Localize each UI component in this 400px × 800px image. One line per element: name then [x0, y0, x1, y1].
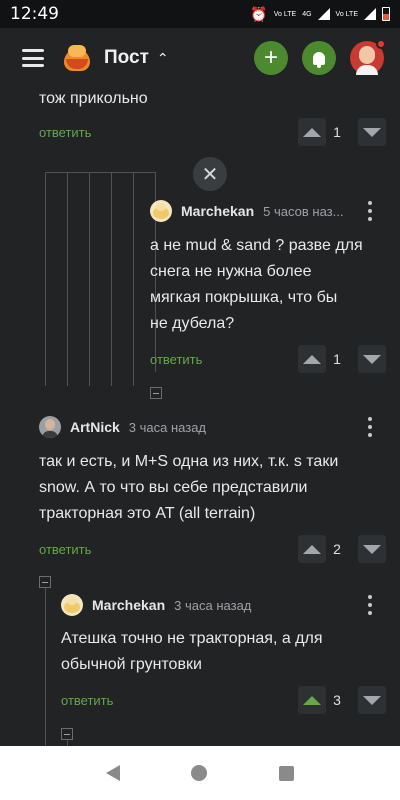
- comment-time: 3 часа назад: [128, 419, 207, 435]
- comment-time: 3 часа назад: [174, 597, 252, 613]
- collapse-thread-icon[interactable]: [61, 728, 73, 740]
- thread-line: [89, 172, 90, 386]
- vote-controls: 3: [298, 686, 386, 714]
- app-header: Пост ⌃ +: [0, 28, 400, 88]
- collapse-thread-icon[interactable]: [39, 576, 51, 588]
- close-thread-button[interactable]: ✕: [193, 157, 227, 191]
- arrow-up-icon: [303, 354, 321, 364]
- upvote-button[interactable]: [298, 345, 326, 373]
- thread-line: [67, 172, 68, 386]
- collapse-thread-icon[interactable]: [150, 387, 162, 399]
- arrow-down-icon: [363, 544, 381, 554]
- arrow-up-icon: [303, 127, 321, 137]
- vote-count: 1: [333, 124, 341, 140]
- close-icon: ✕: [201, 163, 219, 186]
- pikabu-logo-icon[interactable]: [62, 43, 92, 73]
- signal-icon: [317, 8, 330, 20]
- user-avatar[interactable]: [150, 200, 172, 222]
- vote-controls: 1: [298, 345, 386, 373]
- comment-text: тож прикольно: [39, 90, 148, 107]
- menu-icon[interactable]: [22, 49, 44, 67]
- reply-link[interactable]: ответить: [150, 352, 202, 367]
- arrow-up-icon: [303, 695, 321, 705]
- add-post-button[interactable]: +: [254, 41, 288, 75]
- thread-line: [45, 172, 155, 173]
- bell-icon: [313, 51, 325, 68]
- comment-text: так и есть, и M+S одна из них, т.к. s та…: [39, 453, 339, 522]
- comment-text: а не mud & sand ? разве для снега не нуж…: [150, 237, 363, 332]
- reply-link[interactable]: ответить: [39, 125, 91, 140]
- notification-dot: [376, 39, 386, 49]
- signal-icon-2: [364, 8, 376, 20]
- upvote-button[interactable]: [298, 535, 326, 563]
- status-icons: ⏰ Vo LTE 4G Vo LTE: [250, 7, 390, 21]
- reply-link[interactable]: ответить: [39, 542, 91, 557]
- notifications-button[interactable]: [302, 41, 336, 75]
- vote-count: 3: [333, 692, 341, 708]
- back-icon[interactable]: [105, 765, 120, 781]
- downvote-button[interactable]: [358, 686, 386, 714]
- system-nav-bar: [0, 746, 400, 800]
- network-label: 4G: [302, 10, 312, 18]
- arrow-down-icon: [363, 695, 381, 705]
- thread-line: [45, 172, 46, 386]
- user-avatar[interactable]: [61, 594, 83, 616]
- downvote-button[interactable]: [358, 345, 386, 373]
- username[interactable]: ArtNick: [70, 419, 120, 435]
- battery-icon: [382, 7, 390, 21]
- comment-header: ArtNick 3 часа назад: [39, 414, 206, 440]
- reply-link[interactable]: ответить: [61, 693, 113, 708]
- recent-apps-icon[interactable]: [279, 765, 295, 781]
- username[interactable]: Marchekan: [92, 597, 165, 613]
- page-title: Пост: [104, 47, 149, 68]
- comment-time: 5 часов наз...: [263, 203, 344, 219]
- username[interactable]: Marchekan: [181, 203, 254, 219]
- downvote-button[interactable]: [358, 535, 386, 563]
- comment-header: Marchekan 5 часов наз...: [150, 198, 343, 224]
- status-time: 12:49: [10, 4, 59, 24]
- user-avatar[interactable]: [39, 416, 61, 438]
- vote-count: 2: [333, 541, 341, 557]
- comments-feed[interactable]: тож прикольно ответить 1 ✕ Marchekan 5 ч…: [0, 88, 400, 746]
- vote-count: 1: [333, 351, 341, 367]
- upvote-button[interactable]: [298, 118, 326, 146]
- vote-controls: 1: [298, 118, 386, 146]
- more-options-icon[interactable]: [365, 417, 375, 437]
- downvote-button[interactable]: [358, 118, 386, 146]
- thread-line: [45, 588, 46, 746]
- profile-avatar[interactable]: [350, 39, 386, 75]
- more-options-icon[interactable]: [365, 201, 375, 221]
- home-icon[interactable]: [191, 765, 208, 781]
- comment-header: Marchekan 3 часа назад: [61, 592, 251, 618]
- arrow-down-icon: [363, 354, 381, 364]
- status-bar: 12:49 ⏰ Vo LTE 4G Vo LTE: [0, 0, 400, 28]
- chevron-up-icon[interactable]: ⌃: [157, 50, 169, 67]
- plus-icon: +: [263, 44, 278, 71]
- vote-controls: 2: [298, 535, 386, 563]
- more-options-icon[interactable]: [365, 595, 375, 615]
- volte-label: Vo LTE: [273, 10, 297, 18]
- arrow-up-icon: [303, 544, 321, 554]
- volte-label-2: Vo LTE: [335, 10, 358, 18]
- upvote-button[interactable]: [298, 686, 326, 714]
- arrow-down-icon: [363, 127, 381, 137]
- thread-line: [133, 172, 134, 386]
- alarm-icon: ⏰: [250, 6, 268, 22]
- thread-line: [111, 172, 112, 386]
- comment-text: Атешка точно не тракторная, а для обычно…: [61, 630, 323, 673]
